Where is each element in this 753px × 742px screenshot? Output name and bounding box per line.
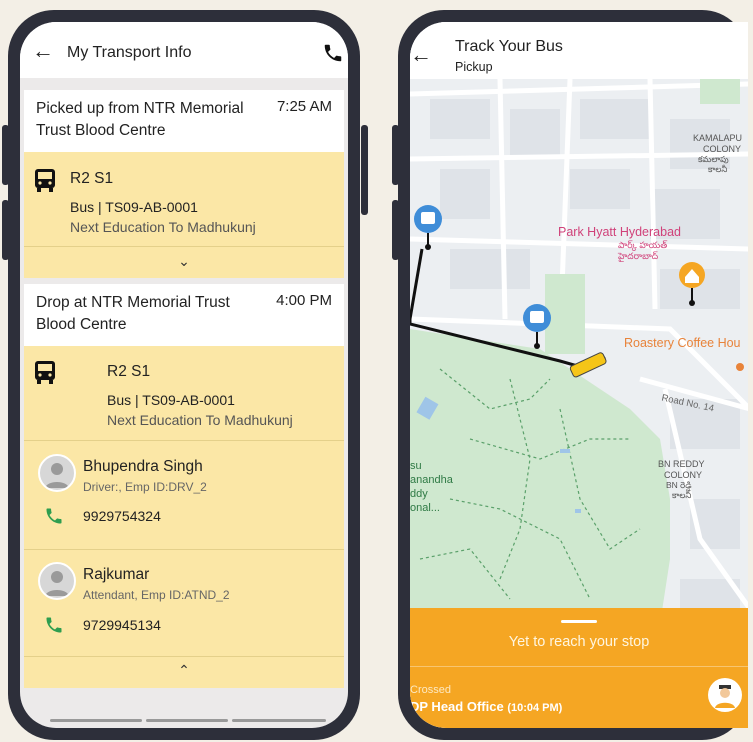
back-arrow-icon[interactable]: ← xyxy=(32,40,54,62)
route-name: R2 S1 xyxy=(107,363,151,380)
status-text: Yet to reach your stop xyxy=(508,634,650,650)
drop-bus-details: R2 S1 Bus | TS09-AB-0001 Next Education … xyxy=(24,346,344,688)
route-name: R2 S1 xyxy=(70,170,114,187)
phone-icon[interactable] xyxy=(44,615,64,635)
bus-icon xyxy=(35,361,55,384)
map-label-park-hyatt: Park Hyatt Hyderabad xyxy=(558,225,681,239)
page-subtitle: Pickup xyxy=(455,60,493,74)
divider xyxy=(24,549,344,550)
bus-number: Bus | TS09-AB-0001 xyxy=(70,199,198,215)
attendant-role: Attendant, Emp ID:ATND_2 xyxy=(83,588,230,602)
pickup-bus-details: R2 S1 Bus | TS09-AB-0001 Next Education … xyxy=(24,152,344,278)
nav-bar-segment xyxy=(232,719,326,722)
bus-number: Bus | TS09-AB-0001 xyxy=(107,392,235,408)
map-label-park: ddy xyxy=(410,488,428,500)
avatar xyxy=(38,562,76,600)
pickup-title: Picked up from NTR Memorial Trust Blood … xyxy=(36,100,244,139)
crossed-stop: DP Head Office (10:04 PM) xyxy=(410,699,562,714)
map-label-roastery: Roastery Coffee Hou xyxy=(624,336,741,350)
track-bus-screen: Park Hyatt Hyderabad పార్క్ హయత్ హైదరాబా… xyxy=(410,22,748,728)
drop-time: 4:00 PM xyxy=(276,292,332,309)
back-arrow-icon[interactable]: ← xyxy=(410,44,432,66)
map-label-park: su xyxy=(410,460,422,472)
map-label-park: onal... xyxy=(410,502,440,514)
map-label-bn-reddy: కాలనీ xyxy=(672,490,692,500)
map-label-kamalapuri: COLONY xyxy=(703,144,742,154)
transport-info-screen: ← My Transport Info Picked up from NTR M… xyxy=(20,22,348,728)
map-label-park: anandha xyxy=(410,474,453,486)
phone-frame-left: ← My Transport Info Picked up from NTR M… xyxy=(8,10,360,740)
driver-avatar-button[interactable] xyxy=(708,678,742,712)
map-label-kamalapuri: KAMALAPU xyxy=(693,133,743,143)
side-button xyxy=(361,125,368,215)
driver-icon xyxy=(715,685,735,708)
app-bar: ← My Transport Info xyxy=(20,22,348,78)
bus-icon xyxy=(35,169,55,192)
divider xyxy=(24,246,344,247)
avatar xyxy=(38,454,76,492)
drop-card-header: Drop at NTR Memorial Trust Blood Centre … xyxy=(24,284,344,346)
pickup-card-header: Picked up from NTR Memorial Trust Blood … xyxy=(24,90,344,152)
drag-handle[interactable] xyxy=(561,620,597,623)
trip-status-panel: Yet to reach your stop Crossed DP Head O… xyxy=(410,608,748,728)
map-label-bn-reddy: BN REDDY xyxy=(658,459,705,469)
call-icon[interactable] xyxy=(322,42,344,64)
crossed-time: (10:04 PM) xyxy=(507,702,563,714)
map-label-bn-reddy: COLONY xyxy=(664,470,703,480)
driver-role: Driver:, Emp ID:DRV_2 xyxy=(83,480,207,494)
driver-name: Bhupendra Singh xyxy=(83,458,203,475)
pickup-time: 7:25 AM xyxy=(276,98,332,115)
divider xyxy=(24,440,344,441)
route-description: Next Education To Madhukunj xyxy=(70,219,256,235)
drop-title: Drop at NTR Memorial Trust Blood Centre xyxy=(36,294,230,333)
divider xyxy=(24,656,344,657)
crossed-label: Crossed xyxy=(410,684,451,696)
divider xyxy=(410,666,748,667)
map-label-park-hyatt-telugu: హైదరాబాద్ xyxy=(618,251,659,261)
crossed-stop-name: DP Head Office xyxy=(410,699,504,714)
chevron-up-icon[interactable]: ⌃ xyxy=(178,662,190,679)
page-title: My Transport Info xyxy=(67,44,192,61)
attendant-name: Rajkumar xyxy=(83,566,150,583)
phone-icon[interactable] xyxy=(44,506,64,526)
map-label-kamalapuri: కాలనీ xyxy=(708,164,728,174)
nav-bar-segment xyxy=(146,719,228,722)
app-bar: ← Track Your Bus Pickup xyxy=(410,22,748,79)
nav-bar-segment xyxy=(50,719,142,722)
map-canvas xyxy=(410,79,748,679)
page-title: Track Your Bus xyxy=(455,38,563,55)
phone-frame-right: Park Hyatt Hyderabad పార్క్ హయత్ హైదరాబా… xyxy=(398,10,748,740)
attendant-phone[interactable]: 9729945134 xyxy=(83,617,161,633)
route-description: Next Education To Madhukunj xyxy=(107,412,293,428)
driver-phone[interactable]: 9929754324 xyxy=(83,508,161,524)
chevron-down-icon[interactable]: ⌄ xyxy=(178,253,190,270)
